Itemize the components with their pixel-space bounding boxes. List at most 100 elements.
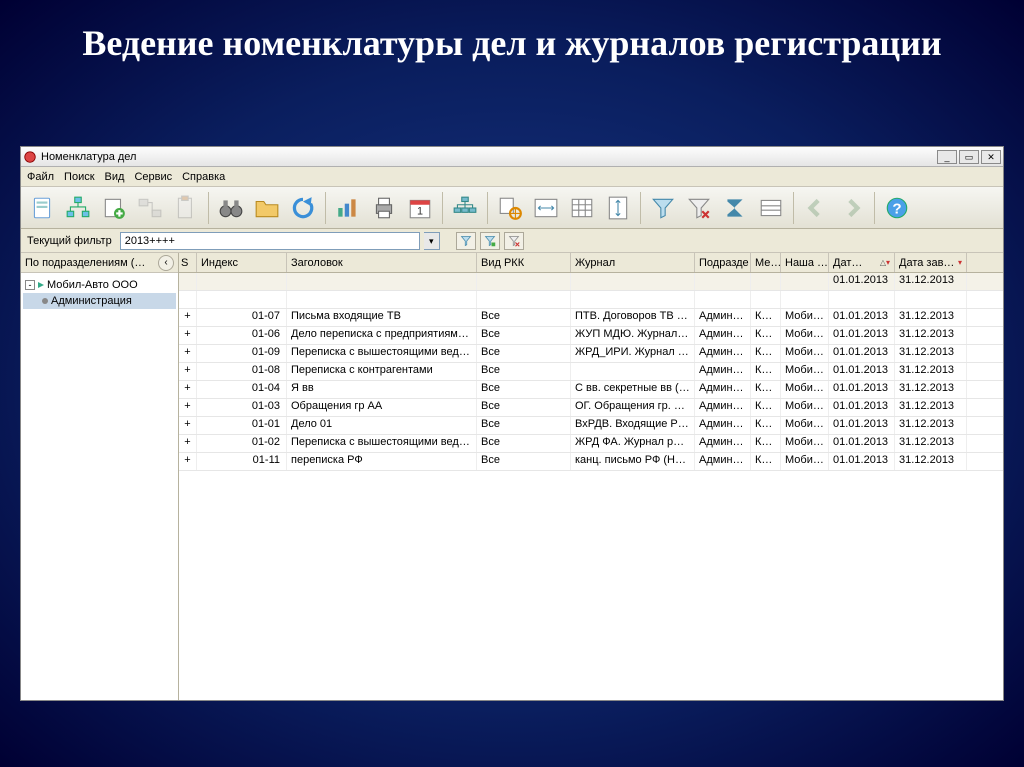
col-date2[interactable]: Дата зав…▾ [895, 253, 967, 272]
filter-input[interactable] [120, 232, 420, 250]
col-title[interactable]: Заголовок [287, 253, 477, 272]
cell-me: Ка… [751, 399, 781, 416]
tb-forward-icon[interactable] [835, 191, 869, 225]
tb-back-icon[interactable] [799, 191, 833, 225]
cell-date1: 01.01.2013 [829, 363, 895, 380]
tb-binoculars-icon[interactable] [214, 191, 248, 225]
table-row[interactable]: +01-01Дело 01ВсеВхРДВ. Входящие РВД…Адми… [179, 417, 1003, 435]
cell-index: 01-06 [197, 327, 287, 344]
filter-funnel-icon[interactable] [456, 232, 476, 250]
tb-paste-icon[interactable] [169, 191, 203, 225]
cell-our: Мобил… [781, 435, 829, 452]
tb-folder-icon[interactable] [250, 191, 284, 225]
cell-kind: Все [477, 417, 571, 434]
cell-me: Ка… [751, 453, 781, 470]
menu-view[interactable]: Вид [105, 171, 125, 183]
filterbar: Текущий фильтр ▾ [21, 229, 1003, 253]
tb-document-icon[interactable] [25, 191, 59, 225]
svg-text:1: 1 [417, 205, 423, 217]
tree-child[interactable]: Администрация [23, 293, 176, 309]
tree-root-label: Мобил-Авто ООО [47, 279, 138, 291]
tb-link-icon[interactable] [133, 191, 167, 225]
tree-leaf-icon [41, 297, 49, 305]
cell-our: Мобил… [781, 381, 829, 398]
cell-kind: Все [477, 345, 571, 362]
cell-kind: Все [477, 399, 571, 416]
tb-sum-icon[interactable] [718, 191, 752, 225]
cell-date2: 31.12.2013 [895, 309, 967, 326]
cell-title: Письма входящие ТВ [287, 309, 477, 326]
table-row[interactable]: +01-07Письма входящие ТВВсеПТВ. Договоро… [179, 309, 1003, 327]
cell-journal: С вв. секретные вв (… [571, 381, 695, 398]
cell-title: Я вв [287, 381, 477, 398]
cell-dept: Админист… [695, 435, 751, 452]
cell-me: Ка… [751, 309, 781, 326]
col-our[interactable]: Наша … [781, 253, 829, 272]
cell-kind: Все [477, 363, 571, 380]
filter-funnel-delete-icon[interactable] [504, 232, 524, 250]
table-row[interactable]: +01-09Переписка с вышестоящими ведомс…Вс… [179, 345, 1003, 363]
tb-calendar-icon[interactable]: 1 [403, 191, 437, 225]
cell-dept: Админист… [695, 327, 751, 344]
filter-funnel-save-icon[interactable] [480, 232, 500, 250]
col-journal[interactable]: Журнал [571, 253, 695, 272]
tree-toggle-icon[interactable]: - [25, 280, 35, 290]
table-row[interactable]: +01-03Обращения гр ААВсеОГ. Обращения гр… [179, 399, 1003, 417]
tb-rows-height-icon[interactable] [601, 191, 635, 225]
tb-settings-icon[interactable] [493, 191, 527, 225]
tb-chart-icon[interactable] [331, 191, 365, 225]
table-row[interactable]: +01-11переписка РФВсеканц. письмо РФ (НД… [179, 453, 1003, 471]
table-row[interactable]: +01-02Переписка с вышестоящими ведомс…Вс… [179, 435, 1003, 453]
col-s[interactable]: S [179, 253, 197, 272]
cell-title: переписка РФ [287, 453, 477, 470]
maximize-button[interactable]: ▭ [959, 150, 979, 164]
close-button[interactable]: ✕ [981, 150, 1001, 164]
tb-help-icon[interactable]: ? [880, 191, 914, 225]
col-dept[interactable]: Подразде… [695, 253, 751, 272]
sidebar-collapse-icon[interactable]: ‹ [158, 255, 174, 271]
menu-service[interactable]: Сервис [134, 171, 172, 183]
sidebar-title: По подразделениям (… [25, 257, 145, 269]
col-date1[interactable]: Дат…△▾ [829, 253, 895, 272]
tb-cols-width-icon[interactable] [529, 191, 563, 225]
tb-orgchart-icon[interactable] [448, 191, 482, 225]
cell-date1: 01.01.2013 [829, 345, 895, 362]
cell-index: 01-03 [197, 399, 287, 416]
cell-journal: ОГ. Обращения гр. А… [571, 399, 695, 416]
cell-me: Ка… [751, 363, 781, 380]
cell-kind: Все [477, 309, 571, 326]
cell-s: + [179, 399, 197, 416]
tb-grid-icon[interactable] [754, 191, 788, 225]
tb-print-icon[interactable] [367, 191, 401, 225]
menu-search[interactable]: Поиск [64, 171, 94, 183]
cell-kind: Все [477, 327, 571, 344]
tb-funnel-clear-icon[interactable] [682, 191, 716, 225]
tb-refresh-icon[interactable] [286, 191, 320, 225]
cell-index: 01-04 [197, 381, 287, 398]
cell-journal: канц. письмо РФ (НДО… [571, 453, 695, 470]
menu-help[interactable]: Справка [182, 171, 225, 183]
grid-body[interactable]: 01.01.2013 31.12.2013 +01-07Письма входя… [179, 273, 1003, 700]
tree-root[interactable]: - Мобил-Авто ООО [23, 277, 176, 293]
tb-table-icon[interactable] [565, 191, 599, 225]
minimize-button[interactable]: _ [937, 150, 957, 164]
cell-date2: 31.12.2013 [895, 453, 967, 470]
grid-filter-row[interactable]: 01.01.2013 31.12.2013 [179, 273, 1003, 291]
filter-dropdown-icon[interactable]: ▾ [424, 232, 440, 250]
filter-label: Текущий фильтр [27, 235, 112, 247]
cell-dept: Админист… [695, 399, 751, 416]
cell-s: + [179, 381, 197, 398]
table-row[interactable]: +01-04Я ввВсеС вв. секретные вв (…Админи… [179, 381, 1003, 399]
tb-funnel-icon[interactable] [646, 191, 680, 225]
col-index[interactable]: Индекс [197, 253, 287, 272]
tb-add-icon[interactable] [97, 191, 131, 225]
cell-s: + [179, 435, 197, 452]
menu-file[interactable]: Файл [27, 171, 54, 183]
col-kind[interactable]: Вид РКК [477, 253, 571, 272]
grid: S Индекс Заголовок Вид РКК Журнал Подраз… [179, 253, 1003, 700]
col-me[interactable]: Ме… [751, 253, 781, 272]
table-row[interactable]: +01-06Дело переписка с предприятиями М…В… [179, 327, 1003, 345]
table-row[interactable]: +01-08Переписка с контрагентамиВсеАдмини… [179, 363, 1003, 381]
tb-hierarchy-icon[interactable] [61, 191, 95, 225]
svg-text:?: ? [892, 200, 901, 217]
